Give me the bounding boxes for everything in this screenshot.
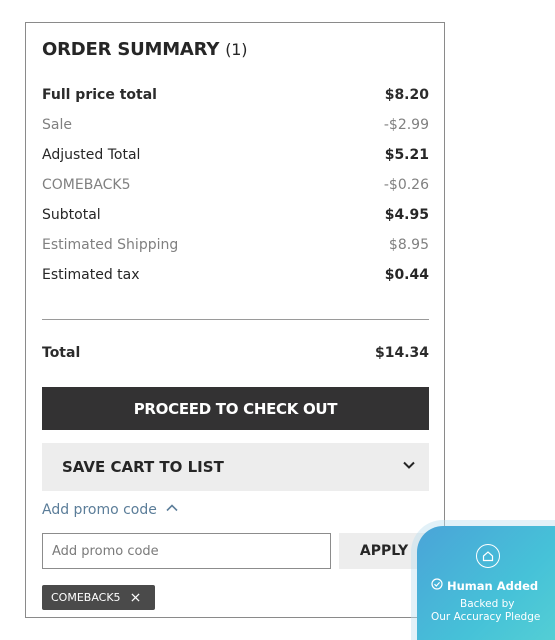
total-value: $14.34 bbox=[374, 345, 429, 361]
summary-divider bbox=[42, 319, 429, 320]
add-promo-code-toggle[interactable]: Add promo code bbox=[42, 501, 179, 519]
badge-headline: Human Added bbox=[431, 578, 538, 593]
apply-button-label: APPLY bbox=[359, 543, 409, 559]
line-total: Total $14.34 bbox=[42, 342, 429, 364]
save-cart-label: SAVE CART TO LIST bbox=[62, 458, 224, 476]
proceed-to-checkout-button[interactable]: PROCEED TO CHECK OUT bbox=[42, 387, 429, 430]
line-subtotal: Subtotal $4.95 bbox=[42, 204, 429, 226]
badge-headline-text: Human Added bbox=[447, 578, 539, 593]
badge-line-1: Backed by bbox=[460, 598, 515, 610]
line-value: $8.20 bbox=[384, 87, 429, 103]
apply-promo-button[interactable]: APPLY bbox=[339, 533, 429, 569]
order-summary-title: ORDER SUMMARY (1) bbox=[42, 39, 248, 60]
chevron-down-icon bbox=[402, 458, 416, 476]
order-summary-panel: ORDER SUMMARY (1) Full price total $8.20… bbox=[25, 22, 445, 618]
line-estimated-tax: Estimated tax $0.44 bbox=[42, 264, 429, 286]
line-value: -$2.99 bbox=[383, 117, 429, 133]
line-label: Adjusted Total bbox=[42, 147, 141, 163]
line-estimated-shipping: Estimated Shipping $8.95 bbox=[42, 234, 429, 256]
chevron-up-icon bbox=[165, 501, 179, 519]
line-label: Estimated tax bbox=[42, 267, 140, 283]
line-label: Full price total bbox=[42, 87, 157, 103]
promo-toggle-label: Add promo code bbox=[42, 502, 157, 518]
close-icon[interactable] bbox=[131, 593, 140, 602]
save-cart-to-list-dropdown[interactable]: SAVE CART TO LIST bbox=[42, 443, 429, 491]
line-value: $0.44 bbox=[384, 267, 429, 283]
line-value: -$0.26 bbox=[383, 177, 429, 193]
home-icon bbox=[476, 544, 500, 568]
badge-line-2: Our Accuracy Pledge bbox=[431, 611, 541, 623]
line-adjusted-total: Adjusted Total $5.21 bbox=[42, 144, 429, 166]
line-label: Sale bbox=[42, 117, 72, 133]
total-label: Total bbox=[42, 345, 81, 361]
line-label: COMEBACK5 bbox=[42, 177, 131, 193]
line-label: Estimated Shipping bbox=[42, 237, 179, 253]
line-value: $8.95 bbox=[388, 237, 429, 253]
applied-promo-chip: COMEBACK5 bbox=[42, 585, 155, 610]
line-full-price-total: Full price total $8.20 bbox=[42, 84, 429, 106]
check-circle-icon bbox=[431, 578, 443, 593]
item-count: (1) bbox=[225, 40, 248, 59]
accuracy-pledge-badge[interactable]: Human Added Backed by Our Accuracy Pledg… bbox=[417, 526, 555, 640]
line-sale: Sale -$2.99 bbox=[42, 114, 429, 136]
promo-code-input[interactable] bbox=[42, 533, 331, 569]
checkout-button-label: PROCEED TO CHECK OUT bbox=[133, 399, 338, 418]
order-summary-heading: ORDER SUMMARY bbox=[42, 39, 220, 60]
line-value: $5.21 bbox=[384, 147, 429, 163]
line-value: $4.95 bbox=[384, 207, 429, 223]
applied-promo-code: COMEBACK5 bbox=[51, 591, 121, 604]
line-promo-discount: COMEBACK5 -$0.26 bbox=[42, 174, 429, 196]
line-label: Subtotal bbox=[42, 207, 101, 223]
